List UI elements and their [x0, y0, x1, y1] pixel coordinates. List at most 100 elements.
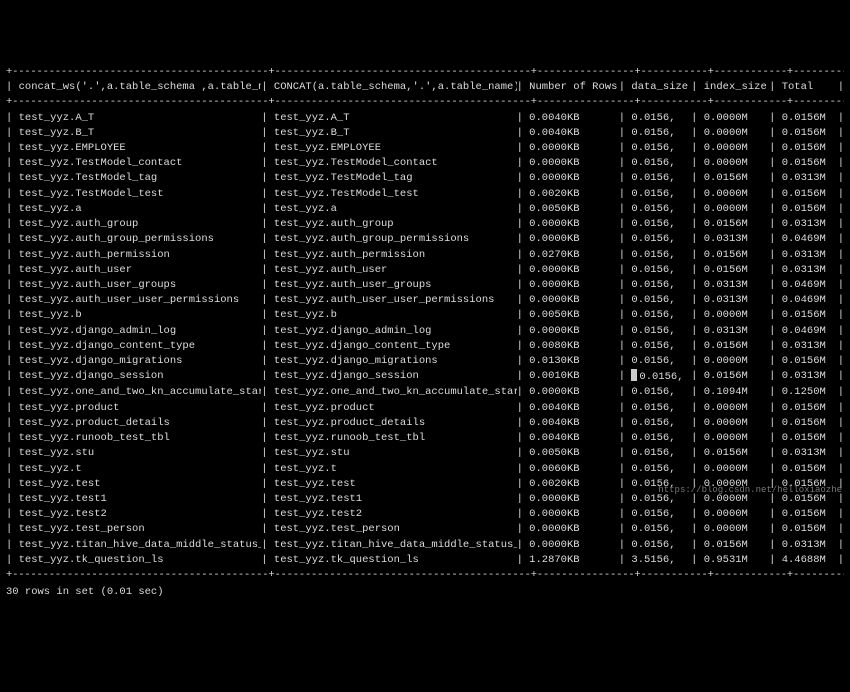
- cell-c2: test_yyz.A_T: [274, 111, 517, 126]
- cell-c4: 0.0156,: [631, 248, 691, 263]
- cell-c3: 0.0050KB: [529, 446, 619, 461]
- cell-c4: 0.0156,: [631, 522, 691, 537]
- table-row: | test_yyz.test2 | test_yyz.test2 | 0.00…: [6, 507, 844, 522]
- cell-c5: 0.0156M: [704, 248, 769, 263]
- table-row: | test_yyz.one_and_two_kn_accumulate_sta…: [6, 385, 844, 400]
- cell-c6: 0.0156M: [782, 126, 838, 141]
- cell-c5: 0.0156M: [704, 369, 769, 385]
- cell-c3: 0.0020KB: [529, 477, 619, 492]
- cell-c3: 0.0080KB: [529, 339, 619, 354]
- cell-c2: test_yyz.one_and_two_kn_accumulate_stars: [274, 385, 517, 400]
- cell-c4: 0.0156,: [631, 416, 691, 431]
- cell-c6: 4.4688M: [782, 553, 838, 568]
- cell-c6: 0.0313M: [782, 446, 838, 461]
- cell-c3: 0.0000KB: [529, 522, 619, 537]
- cell-c6: 0.0156M: [782, 202, 838, 217]
- cell-c5: 0.0000M: [704, 462, 769, 477]
- cell-c4: 0.0156,: [631, 401, 691, 416]
- cell-c3: 0.0000KB: [529, 141, 619, 156]
- cell-c2: test_yyz.django_admin_log: [274, 324, 517, 339]
- cell-c6: 0.0313M: [782, 171, 838, 186]
- cell-c4: 0.0156,: [631, 187, 691, 202]
- cell-c4: 0.0156,: [631, 126, 691, 141]
- cell-c1: test_yyz.titan_hive_data_middle_status_n: [19, 538, 262, 553]
- cell-c5: 0.0000M: [704, 431, 769, 446]
- cell-c1: test_yyz.django_content_type: [19, 339, 262, 354]
- cell-c5: 0.0156M: [704, 217, 769, 232]
- cell-c4: 0.0156,: [631, 217, 691, 232]
- cell-c6: 0.0156M: [782, 431, 838, 446]
- cell-c1: test_yyz.test2: [19, 507, 262, 522]
- cell-c2: test_yyz.auth_group_permissions: [274, 232, 517, 247]
- cell-c3: 0.0040KB: [529, 431, 619, 446]
- cell-c3: 0.0000KB: [529, 278, 619, 293]
- cell-c6: 0.0156M: [782, 462, 838, 477]
- cell-c5: 0.0313M: [704, 278, 769, 293]
- cell-c3: 0.0020KB: [529, 187, 619, 202]
- cell-c4: 0.0156,: [631, 263, 691, 278]
- table-row: | test_yyz.auth_user_user_permissions | …: [6, 293, 844, 308]
- cell-c5: 0.0000M: [704, 507, 769, 522]
- cell-c5: 0.0000M: [704, 156, 769, 171]
- table-row: | test_yyz.auth_group_permissions | test…: [6, 232, 844, 247]
- cell-c2: test_yyz.TestModel_contact: [274, 156, 517, 171]
- cell-c3: 0.0050KB: [529, 308, 619, 323]
- cell-c4: 3.5156,: [631, 553, 691, 568]
- table-row: | test_yyz.a | test_yyz.a | 0.0050KB | 0…: [6, 202, 844, 217]
- cell-c6: 0.0313M: [782, 369, 838, 385]
- cell-c2: test_yyz.test_person: [274, 522, 517, 537]
- col-header-c6: Total: [782, 80, 838, 95]
- cell-c6: 0.0469M: [782, 232, 838, 247]
- cell-c5: 0.0000M: [704, 202, 769, 217]
- cell-c3: 0.0000KB: [529, 538, 619, 553]
- table-row: | test_yyz.django_content_type | test_yy…: [6, 339, 844, 354]
- cell-c2: test_yyz.django_session: [274, 369, 517, 385]
- table-separator: +---------------------------------------…: [6, 568, 844, 583]
- cell-c4: 0.0156,: [631, 308, 691, 323]
- cell-c2: test_yyz.stu: [274, 446, 517, 461]
- table-row: | test_yyz.t | test_yyz.t | 0.0060KB | 0…: [6, 462, 844, 477]
- cell-c6: 0.1250M: [782, 385, 838, 400]
- cell-c4: 0.0156,: [631, 232, 691, 247]
- cell-c6: 0.0469M: [782, 278, 838, 293]
- cell-c2: test_yyz.runoob_test_tbl: [274, 431, 517, 446]
- cell-c2: test_yyz.auth_group: [274, 217, 517, 232]
- cell-c3: 0.0270KB: [529, 248, 619, 263]
- cell-c2: test_yyz.titan_hive_data_middle_status_n: [274, 538, 517, 553]
- cell-c4: 0.0156,: [631, 385, 691, 400]
- cell-c2: test_yyz.product_details: [274, 416, 517, 431]
- cell-c3: 0.0000KB: [529, 324, 619, 339]
- cell-c6: 0.0156M: [782, 416, 838, 431]
- cell-c4: 0.0156,: [631, 538, 691, 553]
- cell-c4: 0.0156,: [631, 369, 691, 385]
- cell-c6: 0.0156M: [782, 401, 838, 416]
- cell-c3: 0.0000KB: [529, 385, 619, 400]
- cell-c5: 0.0000M: [704, 522, 769, 537]
- cell-c2: test_yyz.tk_question_ls: [274, 553, 517, 568]
- cell-c4: 0.0156,: [631, 111, 691, 126]
- cell-c1: test_yyz.b: [19, 308, 262, 323]
- cell-c2: test_yyz.django_content_type: [274, 339, 517, 354]
- cell-c5: 0.0156M: [704, 263, 769, 278]
- cell-c6: 0.0156M: [782, 507, 838, 522]
- table-row: | test_yyz.stu | test_yyz.stu | 0.0050KB…: [6, 446, 844, 461]
- cell-c5: 0.0156M: [704, 446, 769, 461]
- cell-c6: 0.0313M: [782, 217, 838, 232]
- table-row: | test_yyz.django_admin_log | test_yyz.d…: [6, 324, 844, 339]
- cell-c1: test_yyz.A_T: [19, 111, 262, 126]
- cell-c3: 1.2870KB: [529, 553, 619, 568]
- cell-c6: 0.0156M: [782, 141, 838, 156]
- cell-c5: 0.0000M: [704, 308, 769, 323]
- cell-c1: test_yyz.auth_user_user_permissions: [19, 293, 262, 308]
- cell-c2: test_yyz.auth_user_user_permissions: [274, 293, 517, 308]
- cell-c4: 0.0156,: [631, 171, 691, 186]
- cell-c1: test_yyz.runoob_test_tbl: [19, 431, 262, 446]
- cell-c1: test_yyz.auth_permission: [19, 248, 262, 263]
- cell-c4: 0.0156,: [631, 293, 691, 308]
- cell-c1: test_yyz.django_migrations: [19, 354, 262, 369]
- cell-c1: test_yyz.test: [19, 477, 262, 492]
- cell-c3: 0.0060KB: [529, 462, 619, 477]
- cell-c4: 0.0156,: [631, 202, 691, 217]
- cell-c4: 0.0156,: [631, 278, 691, 293]
- cell-c1: test_yyz.auth_group: [19, 217, 262, 232]
